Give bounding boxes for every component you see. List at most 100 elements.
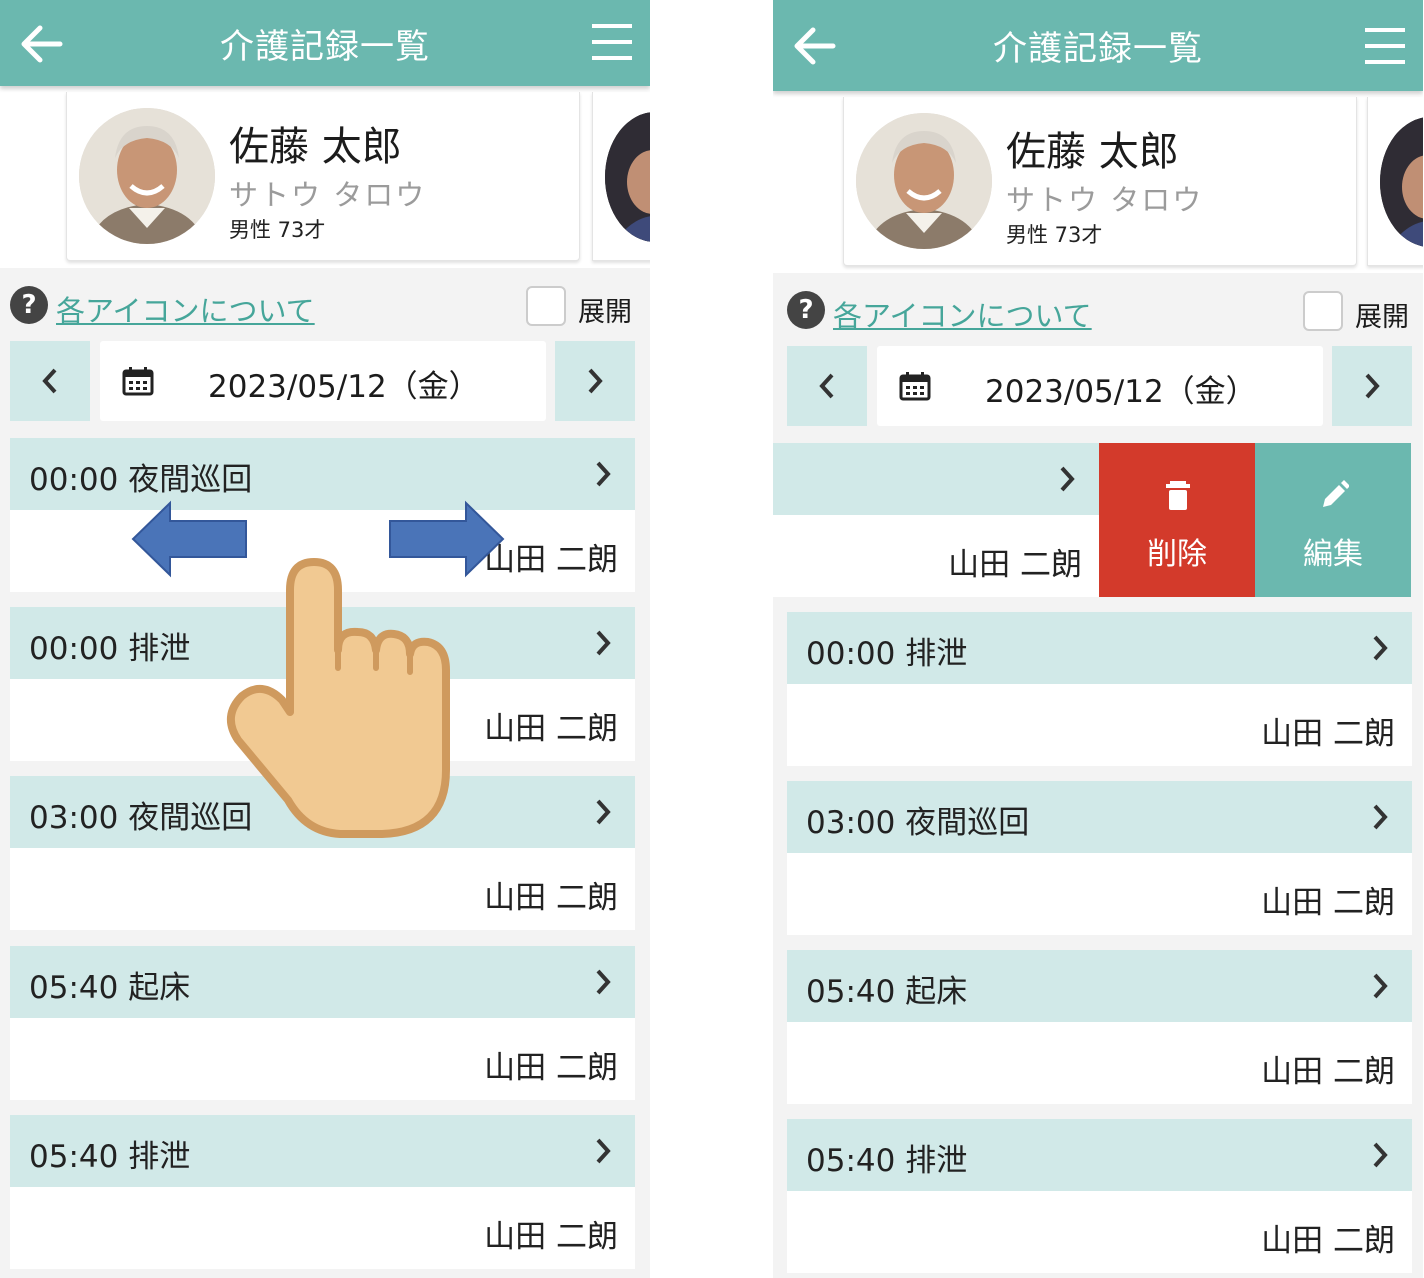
date-picker[interactable]: 2023/05/12（金） <box>100 341 546 421</box>
record-item[interactable]: 00:00 夜間巡回 山田 二朗 <box>10 438 635 592</box>
icon-help-link[interactable]: 各アイコンについて <box>56 288 315 330</box>
calendar-icon <box>899 372 931 401</box>
record-staff: 山田 二朗 <box>484 711 618 747</box>
record-header[interactable]: 00:00 夜間巡回 <box>10 438 635 510</box>
icon-help-link[interactable]: 各アイコンについて <box>833 293 1092 335</box>
profile-info: 男性 73才 <box>1006 223 1103 247</box>
profile-kana: サトウ タロウ <box>229 178 427 212</box>
record-header[interactable]: 05:40 起床 <box>10 946 635 1018</box>
expand-label: 展開 <box>578 297 632 328</box>
prev-day-button[interactable] <box>10 341 90 421</box>
record-header[interactable]: 00:00 排泄 <box>787 612 1412 684</box>
record-item[interactable]: 00:00 排泄 山田 二朗 <box>787 612 1412 766</box>
delete-button[interactable]: 削除 <box>1099 443 1255 597</box>
record-body[interactable]: 山田 二朗 <box>787 853 1412 935</box>
screen-before-swipe: 介護記録一覧 佐藤 太郎 サトウ タロウ 男性 73才 ? 各アイコンについて … <box>0 0 650 1278</box>
trash-icon <box>1166 481 1190 510</box>
record-item[interactable]: 05:40 起床 山田 二朗 <box>10 946 635 1100</box>
avatar <box>856 113 992 249</box>
app-header: 介護記録一覧 <box>773 0 1423 91</box>
record-header[interactable]: 00:00 排泄 <box>10 607 635 679</box>
chevron-left-icon <box>819 373 834 399</box>
record-staff: 山田 二朗 <box>1261 1223 1395 1259</box>
screen-after-swipe: 介護記録一覧 佐藤 太郎 サトウ タロウ 男性 73才 ? 各アイコンについて … <box>773 0 1423 1278</box>
record-header[interactable]: 05:40 起床 <box>787 950 1412 1022</box>
current-date: 2023/05/12（金） <box>208 369 480 405</box>
record-item[interactable]: 00:00 排泄 山田 二朗 <box>10 607 635 761</box>
calendar-icon <box>122 367 154 396</box>
record-staff: 山田 二朗 <box>484 542 618 578</box>
record-body[interactable]: 山田 二朗 <box>10 679 635 761</box>
record-title: 05:40 排泄 <box>29 1139 191 1175</box>
record-staff: 山田 二朗 <box>1261 716 1395 752</box>
record-staff: 山田 二朗 <box>484 880 618 916</box>
hamburger-menu-icon[interactable] <box>1361 22 1409 70</box>
record-staff: 山田 二朗 <box>1261 1054 1395 1090</box>
record-body[interactable]: 山田 二朗 <box>787 1022 1412 1104</box>
record-title: 00:00 排泄 <box>29 631 191 667</box>
next-profile-card[interactable] <box>592 92 650 261</box>
record-body[interactable]: 山田 二朗 <box>10 848 635 930</box>
record-body[interactable]: 山田 二朗 <box>787 1191 1412 1273</box>
delete-label: 削除 <box>1147 537 1207 572</box>
record-title: 03:00 夜間巡回 <box>29 800 253 836</box>
record-body[interactable]: 山田 二朗 <box>10 1018 635 1100</box>
record-staff: 山田 二朗 <box>1261 885 1395 921</box>
next-day-button[interactable] <box>1332 346 1412 426</box>
record-item[interactable]: 05:40 起床 山田 二朗 <box>787 950 1412 1104</box>
next-profile-card[interactable] <box>1367 97 1423 266</box>
record-body[interactable]: 山田 二朗 <box>773 515 1099 597</box>
record-header[interactable]: 05:40 排泄 <box>10 1115 635 1187</box>
record-item[interactable]: 05:40 排泄 山田 二朗 <box>787 1119 1412 1273</box>
swipe-actions: 削除 編集 <box>1099 443 1411 597</box>
page-title: 介護記録一覧 <box>220 26 430 67</box>
next-day-button[interactable] <box>555 341 635 421</box>
question-icon[interactable]: ? <box>787 291 825 329</box>
date-navigator: 2023/05/12（金） <box>787 346 1412 426</box>
record-staff: 山田 二朗 <box>484 1219 618 1255</box>
chevron-right-icon <box>588 368 603 394</box>
profile-carousel[interactable]: 佐藤 太郎 サトウ タロウ 男性 73才 <box>773 91 1423 273</box>
date-picker[interactable]: 2023/05/12（金） <box>877 346 1323 426</box>
help-row: ? 各アイコンについて 展開 <box>787 291 1417 333</box>
record-header[interactable]: 05:40 排泄 <box>787 1119 1412 1191</box>
record-item[interactable]: 03:00 夜間巡回 山田 二朗 <box>10 776 635 930</box>
chevron-right-icon <box>1060 466 1075 492</box>
chevron-right-icon <box>1373 973 1388 999</box>
help-row: ? 各アイコンについて 展開 <box>10 286 640 328</box>
avatar <box>1380 117 1423 247</box>
chevron-left-icon <box>42 368 57 394</box>
hamburger-menu-icon[interactable] <box>588 18 636 66</box>
profile-carousel[interactable]: 佐藤 太郎 サトウ タロウ 男性 73才 <box>0 86 650 268</box>
expand-label: 展開 <box>1355 302 1409 333</box>
record-header[interactable] <box>773 443 1099 515</box>
profile-name: 佐藤 太郎 <box>1006 129 1179 175</box>
record-body[interactable]: 山田 二朗 <box>10 510 635 592</box>
record-staff: 山田 二朗 <box>484 1050 618 1086</box>
record-title: 03:00 夜間巡回 <box>806 805 1030 841</box>
record-body[interactable]: 山田 二朗 <box>787 684 1412 766</box>
record-title: 05:40 起床 <box>806 974 968 1010</box>
record-title: 00:00 排泄 <box>806 636 968 672</box>
chevron-right-icon <box>596 1138 611 1164</box>
chevron-right-icon <box>596 969 611 995</box>
expand-checkbox[interactable] <box>1303 291 1343 331</box>
record-staff: 山田 二朗 <box>948 547 1082 583</box>
expand-checkbox[interactable] <box>526 286 566 326</box>
record-header[interactable]: 03:00 夜間巡回 <box>787 781 1412 853</box>
edit-button[interactable]: 編集 <box>1255 443 1411 597</box>
chevron-right-icon <box>1365 373 1380 399</box>
question-icon[interactable]: ? <box>10 286 48 324</box>
profile-card[interactable]: 佐藤 太郎 サトウ タロウ 男性 73才 <box>843 97 1357 266</box>
record-body[interactable]: 山田 二朗 <box>10 1187 635 1269</box>
record-header[interactable]: 03:00 夜間巡回 <box>10 776 635 848</box>
prev-day-button[interactable] <box>787 346 867 426</box>
profile-card[interactable]: 佐藤 太郎 サトウ タロウ 男性 73才 <box>66 92 580 261</box>
record-title: 00:00 夜間巡回 <box>29 462 253 498</box>
record-item-swiped[interactable]: 山田 二朗 削除 編集 <box>773 443 1411 597</box>
chevron-right-icon <box>596 461 611 487</box>
record-item[interactable]: 03:00 夜間巡回 山田 二朗 <box>787 781 1412 935</box>
chevron-right-icon <box>1373 804 1388 830</box>
chevron-right-icon <box>596 799 611 825</box>
record-item[interactable]: 05:40 排泄 山田 二朗 <box>10 1115 635 1269</box>
